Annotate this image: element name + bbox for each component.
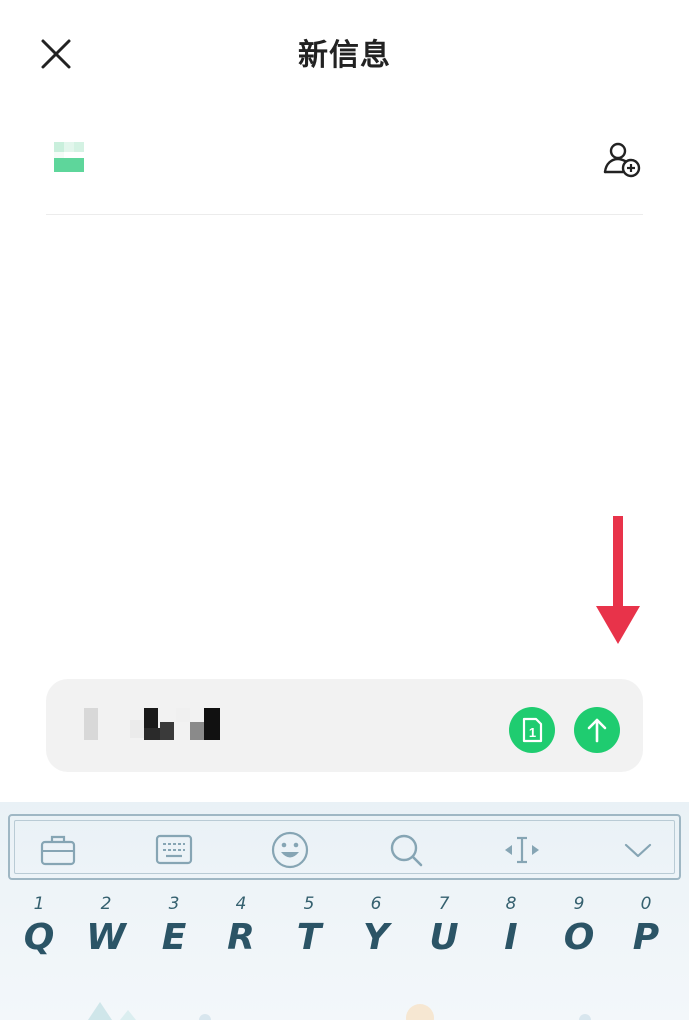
cursor-move-icon	[505, 836, 539, 864]
recipient-avatar-icon	[54, 142, 84, 172]
key-i[interactable]: 8I	[481, 894, 541, 974]
sim-card-icon: 1	[522, 717, 543, 743]
key-w[interactable]: 2W	[76, 894, 136, 974]
key-number: 8	[505, 894, 517, 914]
send-button[interactable]	[574, 707, 620, 753]
search-button[interactable]	[386, 830, 426, 870]
blurred-message-text	[84, 708, 220, 740]
key-letter: E	[161, 917, 187, 958]
sim-select-button[interactable]: 1	[509, 707, 555, 753]
key-letter: R	[227, 917, 255, 958]
add-contact-button[interactable]	[601, 138, 643, 180]
search-icon	[390, 834, 423, 867]
key-letter: I	[504, 917, 518, 958]
send-arrow-icon	[587, 718, 607, 743]
key-o[interactable]: 9O	[549, 894, 609, 974]
key-q[interactable]: 1Q	[9, 894, 69, 974]
key-letter: Y	[362, 917, 390, 958]
sim-number: 1	[529, 725, 536, 740]
key-e[interactable]: 3E	[144, 894, 204, 974]
key-number: 6	[370, 894, 382, 914]
toolbox-icon	[40, 835, 76, 866]
toolbox-button[interactable]	[38, 830, 78, 870]
key-letter: T	[296, 917, 322, 958]
emoji-button[interactable]	[270, 830, 310, 870]
red-arrow-annotation	[596, 516, 640, 644]
collapse-keyboard-button[interactable]	[618, 830, 658, 870]
recipient-field[interactable]	[46, 118, 643, 215]
key-p[interactable]: 0P	[616, 894, 676, 974]
collapse-keyboard-icon	[624, 843, 652, 858]
key-number: 5	[303, 894, 315, 914]
emoji-icon	[271, 831, 309, 869]
message-composer[interactable]: 1	[46, 679, 643, 772]
add-contact-icon	[603, 142, 641, 178]
key-letter: O	[563, 917, 595, 958]
key-number: 7	[438, 894, 450, 914]
key-r[interactable]: 4R	[211, 894, 271, 974]
key-u[interactable]: 7U	[414, 894, 474, 974]
key-letter: P	[632, 917, 660, 958]
keyboard-layout-button[interactable]	[154, 830, 194, 870]
header: 新信息	[0, 0, 689, 104]
cursor-move-button[interactable]	[502, 830, 542, 870]
key-letter: U	[429, 917, 459, 958]
keyboard-toolbar	[8, 814, 681, 880]
key-t[interactable]: 5T	[279, 894, 339, 974]
soft-keyboard: 1Q 2W 3E 4R 5T 6Y 7U 8I 9O 0P	[0, 802, 689, 1020]
key-number: 1	[33, 894, 45, 914]
key-number: 9	[573, 894, 585, 914]
key-number: 4	[235, 894, 247, 914]
key-y[interactable]: 6Y	[346, 894, 406, 974]
keyboard-layout-icon	[155, 834, 193, 865]
page-title: 新信息	[298, 38, 391, 73]
key-number: 2	[100, 894, 112, 914]
key-letter: W	[86, 917, 126, 958]
key-number: 0	[640, 894, 652, 914]
key-letter: Q	[23, 917, 55, 958]
key-number: 3	[168, 894, 180, 914]
keyboard-theme-decoration	[88, 1002, 591, 1020]
